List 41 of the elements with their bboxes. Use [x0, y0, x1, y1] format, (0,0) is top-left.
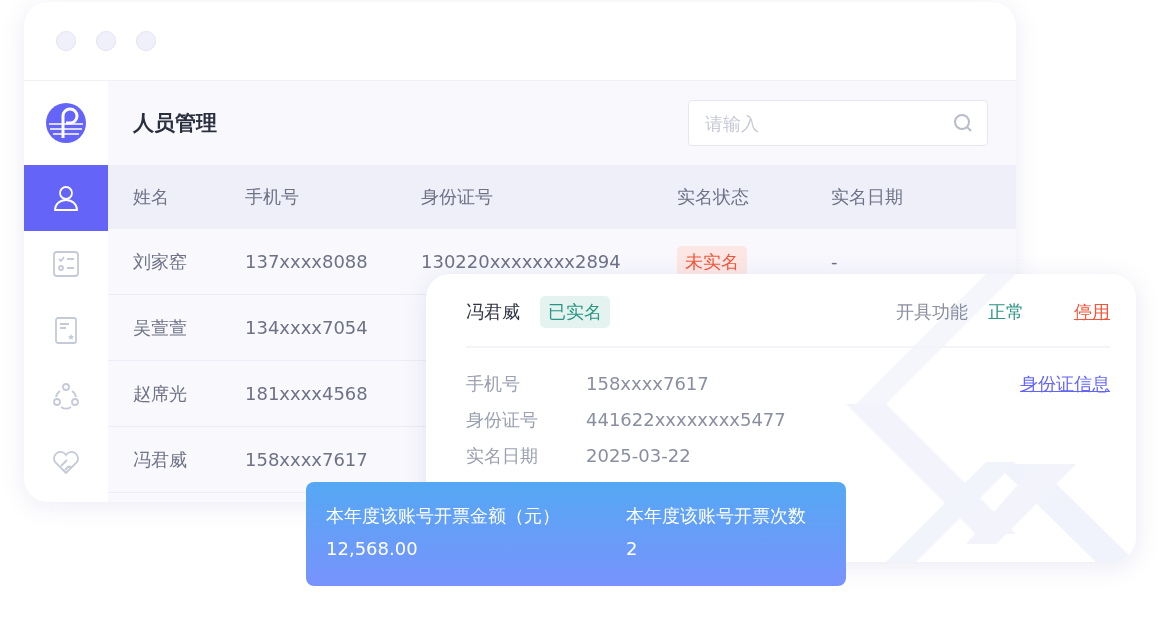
disable-link[interactable]: 停用: [1074, 300, 1110, 324]
function-status: 正常: [988, 300, 1024, 324]
table-cell-text: 吴萱萱: [133, 315, 188, 340]
logo-icon: [45, 102, 87, 144]
table-cell-text: 130220xxxxxxxx2894: [421, 251, 622, 272]
table-cell-text: 158xxxx7617: [245, 449, 369, 470]
function-label: 开具功能: [896, 300, 968, 324]
stat-label: 本年度该账号开票次数: [626, 504, 807, 528]
table-cell-text: 赵席光: [133, 381, 188, 406]
window-dot: [136, 31, 156, 51]
person-name: 冯君威: [466, 300, 520, 324]
window-dot: [96, 31, 116, 51]
window-dot: [56, 31, 76, 51]
table-cell-text: -: [831, 251, 839, 272]
column-header: 姓名: [133, 185, 170, 209]
stat-value: 12,568.00: [326, 538, 419, 559]
table-cell-text: 181xxxx4568: [245, 383, 369, 404]
field-value: 158xxxx7617: [586, 372, 710, 396]
field-value: 441622xxxxxxxx5477: [586, 408, 787, 432]
column-header: 身份证号: [421, 185, 494, 209]
sidebar-item[interactable]: [24, 165, 108, 231]
table-cell-text: 刘家窑: [133, 249, 188, 274]
table-cell-text: 冯君威: [133, 447, 188, 472]
status-badge: 已实名: [540, 296, 610, 328]
column-header: 实名状态: [677, 185, 750, 209]
page-title: 人员管理: [133, 110, 217, 137]
column-header: 手机号: [245, 185, 300, 209]
stat-value: 2: [626, 538, 639, 559]
user-icon: [51, 183, 81, 213]
field-label: 身份证号: [466, 408, 539, 432]
field-label: 手机号: [466, 372, 521, 396]
field-label: 实名日期: [466, 444, 539, 468]
checklist-icon: [51, 249, 81, 279]
field-value: 2025-03-22: [586, 444, 692, 468]
stat-label: 本年度该账号开票金额（元）: [326, 504, 561, 528]
table-cell-text: 134xxxx7054: [245, 317, 369, 338]
column-header: 实名日期: [831, 185, 904, 209]
id-info-link[interactable]: 身份证信息: [1020, 370, 1110, 398]
table-cell-text: 137xxxx8088: [245, 251, 369, 272]
people-circle-icon: [51, 381, 81, 411]
search-icon[interactable]: [953, 113, 973, 133]
